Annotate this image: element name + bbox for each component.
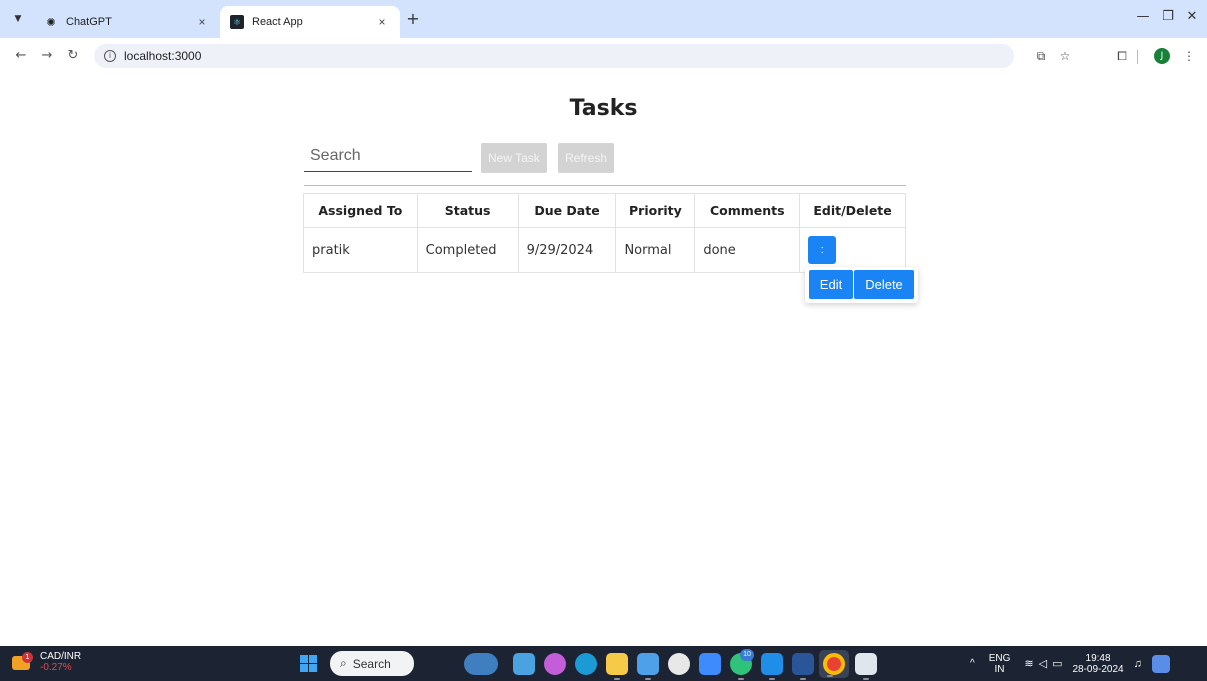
region-code: IN (994, 663, 1005, 675)
cell-due-date: 9/29/2024 (517, 227, 617, 273)
mail-icon[interactable] (513, 653, 535, 675)
whatsapp-badge: 10 (740, 649, 754, 661)
minimize-icon[interactable]: — (1133, 9, 1153, 24)
cell-status: Completed (416, 227, 519, 273)
page-content: Tasks New Task Refresh Assigned To Statu… (0, 74, 1207, 646)
clock[interactable]: 19:48 28-09-2024 (1072, 653, 1123, 675)
profile-avatar[interactable]: J (1154, 48, 1170, 64)
windows-start-icon[interactable] (300, 655, 317, 672)
edit-button[interactable]: Edit (809, 270, 853, 299)
tab-chatgpt[interactable]: ✺ ChatGPT × (34, 6, 220, 38)
bookmark-star-icon[interactable]: ☆ (1056, 47, 1074, 65)
toolbar-divider (1137, 50, 1138, 64)
whatsapp-icon[interactable]: 10 (730, 649, 754, 680)
news-icon[interactable] (464, 653, 498, 675)
tab-title: React App (252, 16, 303, 28)
tab-close-icon[interactable]: × (374, 15, 390, 29)
column-header-priority: Priority (615, 193, 696, 228)
new-task-button[interactable]: New Task (481, 143, 547, 173)
taskbar-search-label: Search (352, 656, 391, 671)
search-icon: ⌕ (340, 656, 347, 670)
tab-search-chevron-icon[interactable]: ▼ (8, 9, 28, 29)
wifi-icon[interactable]: ≋ (1024, 657, 1033, 670)
widget-text: CAD/INR -0.27% (40, 651, 81, 673)
back-arrow-icon[interactable]: ← (12, 47, 30, 65)
photos-icon[interactable] (855, 653, 877, 680)
edge-browser-icon[interactable] (575, 653, 597, 675)
widget-title: CAD/INR (40, 651, 82, 662)
new-tab-button[interactable]: + (404, 10, 422, 28)
more-menu-icon[interactable]: ⋮ (1180, 47, 1198, 65)
cell-priority: Normal (615, 227, 696, 273)
system-tray: ^ ENG IN ≋ ◁ ▭ 19:48 28-09-2024 ♫ (970, 646, 1170, 681)
battery-icon[interactable]: ▭ (1052, 657, 1062, 670)
address-url: localhost:3000 (124, 49, 202, 63)
search-input[interactable] (304, 140, 472, 172)
cell-assigned-to: pratik (303, 227, 418, 273)
address-bar[interactable]: i localhost:3000 (94, 44, 1014, 68)
table-header-row: Assigned To Status Due Date Priority Com… (303, 193, 906, 228)
column-header-due-date: Due Date (517, 193, 617, 228)
forward-arrow-icon[interactable]: → (38, 47, 56, 65)
restore-icon[interactable]: ❐ (1158, 9, 1178, 24)
reload-icon[interactable]: ↻ (64, 47, 82, 65)
copilot-icon[interactable] (544, 653, 566, 675)
column-header-edit-delete: Edit/Delete (799, 193, 906, 228)
chrome-icon[interactable] (823, 653, 845, 675)
widget-change: -0.27% (40, 662, 72, 673)
column-header-status: Status (416, 193, 519, 228)
column-header-comments: Comments (694, 193, 801, 228)
row-actions-menu-button[interactable]: : (808, 236, 837, 264)
copilot-tray-icon[interactable] (1151, 654, 1170, 673)
chatgpt-app-icon[interactable] (668, 653, 690, 675)
word-icon[interactable] (792, 653, 814, 680)
notepad-icon[interactable] (637, 653, 659, 680)
taskbar-search[interactable]: ⌕ Search (330, 651, 414, 676)
table-row: pratik Completed 9/29/2024 Normal done : (303, 227, 906, 273)
close-window-icon[interactable]: ✕ (1182, 9, 1202, 24)
refresh-button[interactable]: Refresh (558, 143, 615, 173)
notification-bell-icon[interactable]: ♫ (1134, 658, 1142, 670)
react-icon: ⚛ (230, 15, 244, 29)
currency-widget-icon: 1 (12, 652, 33, 672)
divider (304, 185, 906, 186)
dropbox-icon[interactable] (699, 653, 721, 675)
weather-widget[interactable]: 1 CAD/INR -0.27% (12, 651, 81, 673)
browser-toolbar: ← → ↻ i localhost:3000 ⧉ ☆ ⧠ J ⋮ (0, 38, 1207, 74)
language-indicator[interactable]: ENG IN (989, 653, 1011, 675)
widget-badge: 1 (22, 652, 33, 663)
screen: ▼ ✺ ChatGPT × ⚛ React App × + — ❐ ✕ ← → … (0, 0, 1207, 681)
column-header-assigned-to: Assigned To (303, 193, 418, 228)
windows-taskbar: 1 CAD/INR -0.27% ⌕ Search 10 ^ ENG IN ≋ … (0, 646, 1207, 681)
tab-title: ChatGPT (66, 16, 112, 28)
delete-button[interactable]: Delete (854, 270, 914, 299)
extensions-icon[interactable]: ⧠ (1113, 47, 1131, 65)
volume-icon[interactable]: ◁ (1039, 657, 1047, 670)
tab-react-app[interactable]: ⚛ React App × (220, 6, 400, 38)
site-info-icon[interactable]: i (104, 50, 116, 62)
clock-time: 19:48 (1085, 652, 1111, 664)
row-actions-dropdown: Edit Delete (805, 267, 918, 303)
file-explorer-icon[interactable] (606, 653, 628, 680)
cell-comments: done (694, 227, 801, 273)
chatgpt-icon: ✺ (46, 16, 56, 29)
tasks-table: Assigned To Status Due Date Priority Com… (303, 193, 906, 273)
cell-actions: : (799, 227, 906, 273)
language-code: ENG (988, 652, 1011, 664)
browser-tab-strip: ▼ ✺ ChatGPT × ⚛ React App × + — ❐ ✕ (0, 0, 1207, 38)
clock-date: 28-09-2024 (1072, 663, 1124, 675)
cast-icon[interactable]: ⧉ (1032, 47, 1050, 65)
vscode-icon[interactable] (761, 653, 783, 680)
tray-overflow-chevron-icon[interactable]: ^ (970, 658, 975, 669)
page-title: Tasks (569, 96, 638, 121)
tab-close-icon[interactable]: × (194, 15, 210, 29)
